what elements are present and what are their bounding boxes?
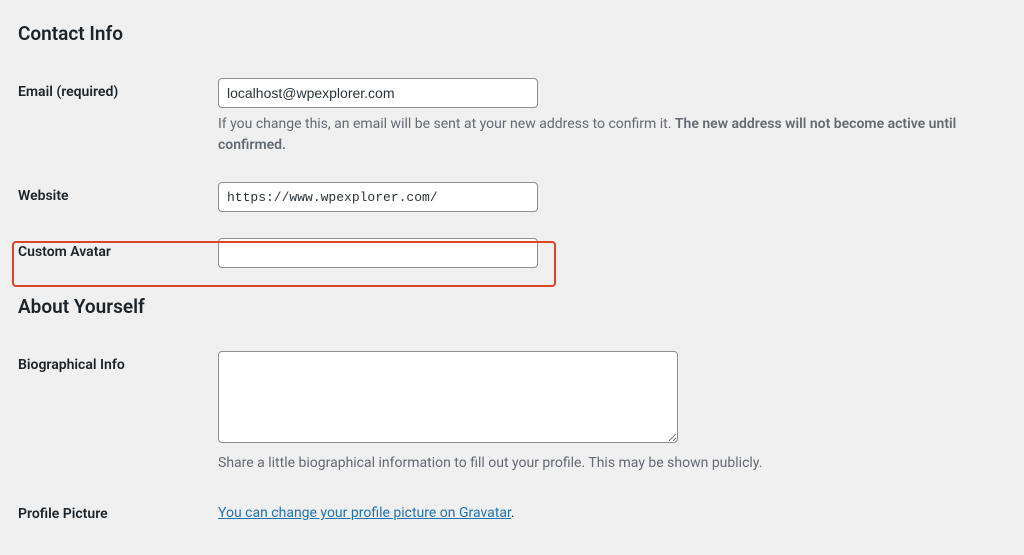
about-yourself-heading: About Yourself <box>18 295 1006 318</box>
profile-picture-label: Profile Picture <box>18 487 218 541</box>
gravatar-link-suffix: . <box>511 505 515 521</box>
bio-textarea[interactable] <box>218 351 678 443</box>
website-input[interactable] <box>218 182 538 212</box>
email-input[interactable] <box>218 78 538 108</box>
bio-description: Share a little biographical information … <box>218 453 996 474</box>
custom-avatar-input[interactable] <box>218 238 538 268</box>
gravatar-link[interactable]: You can change your profile picture on G… <box>218 505 511 521</box>
email-description: If you change this, an email will be sen… <box>218 114 996 156</box>
email-label: Email (required) <box>18 65 218 169</box>
custom-avatar-label: Custom Avatar <box>18 244 111 260</box>
website-label: Website <box>18 169 218 225</box>
bio-label: Biographical Info <box>18 338 218 487</box>
contact-info-heading: Contact Info <box>18 22 1006 45</box>
